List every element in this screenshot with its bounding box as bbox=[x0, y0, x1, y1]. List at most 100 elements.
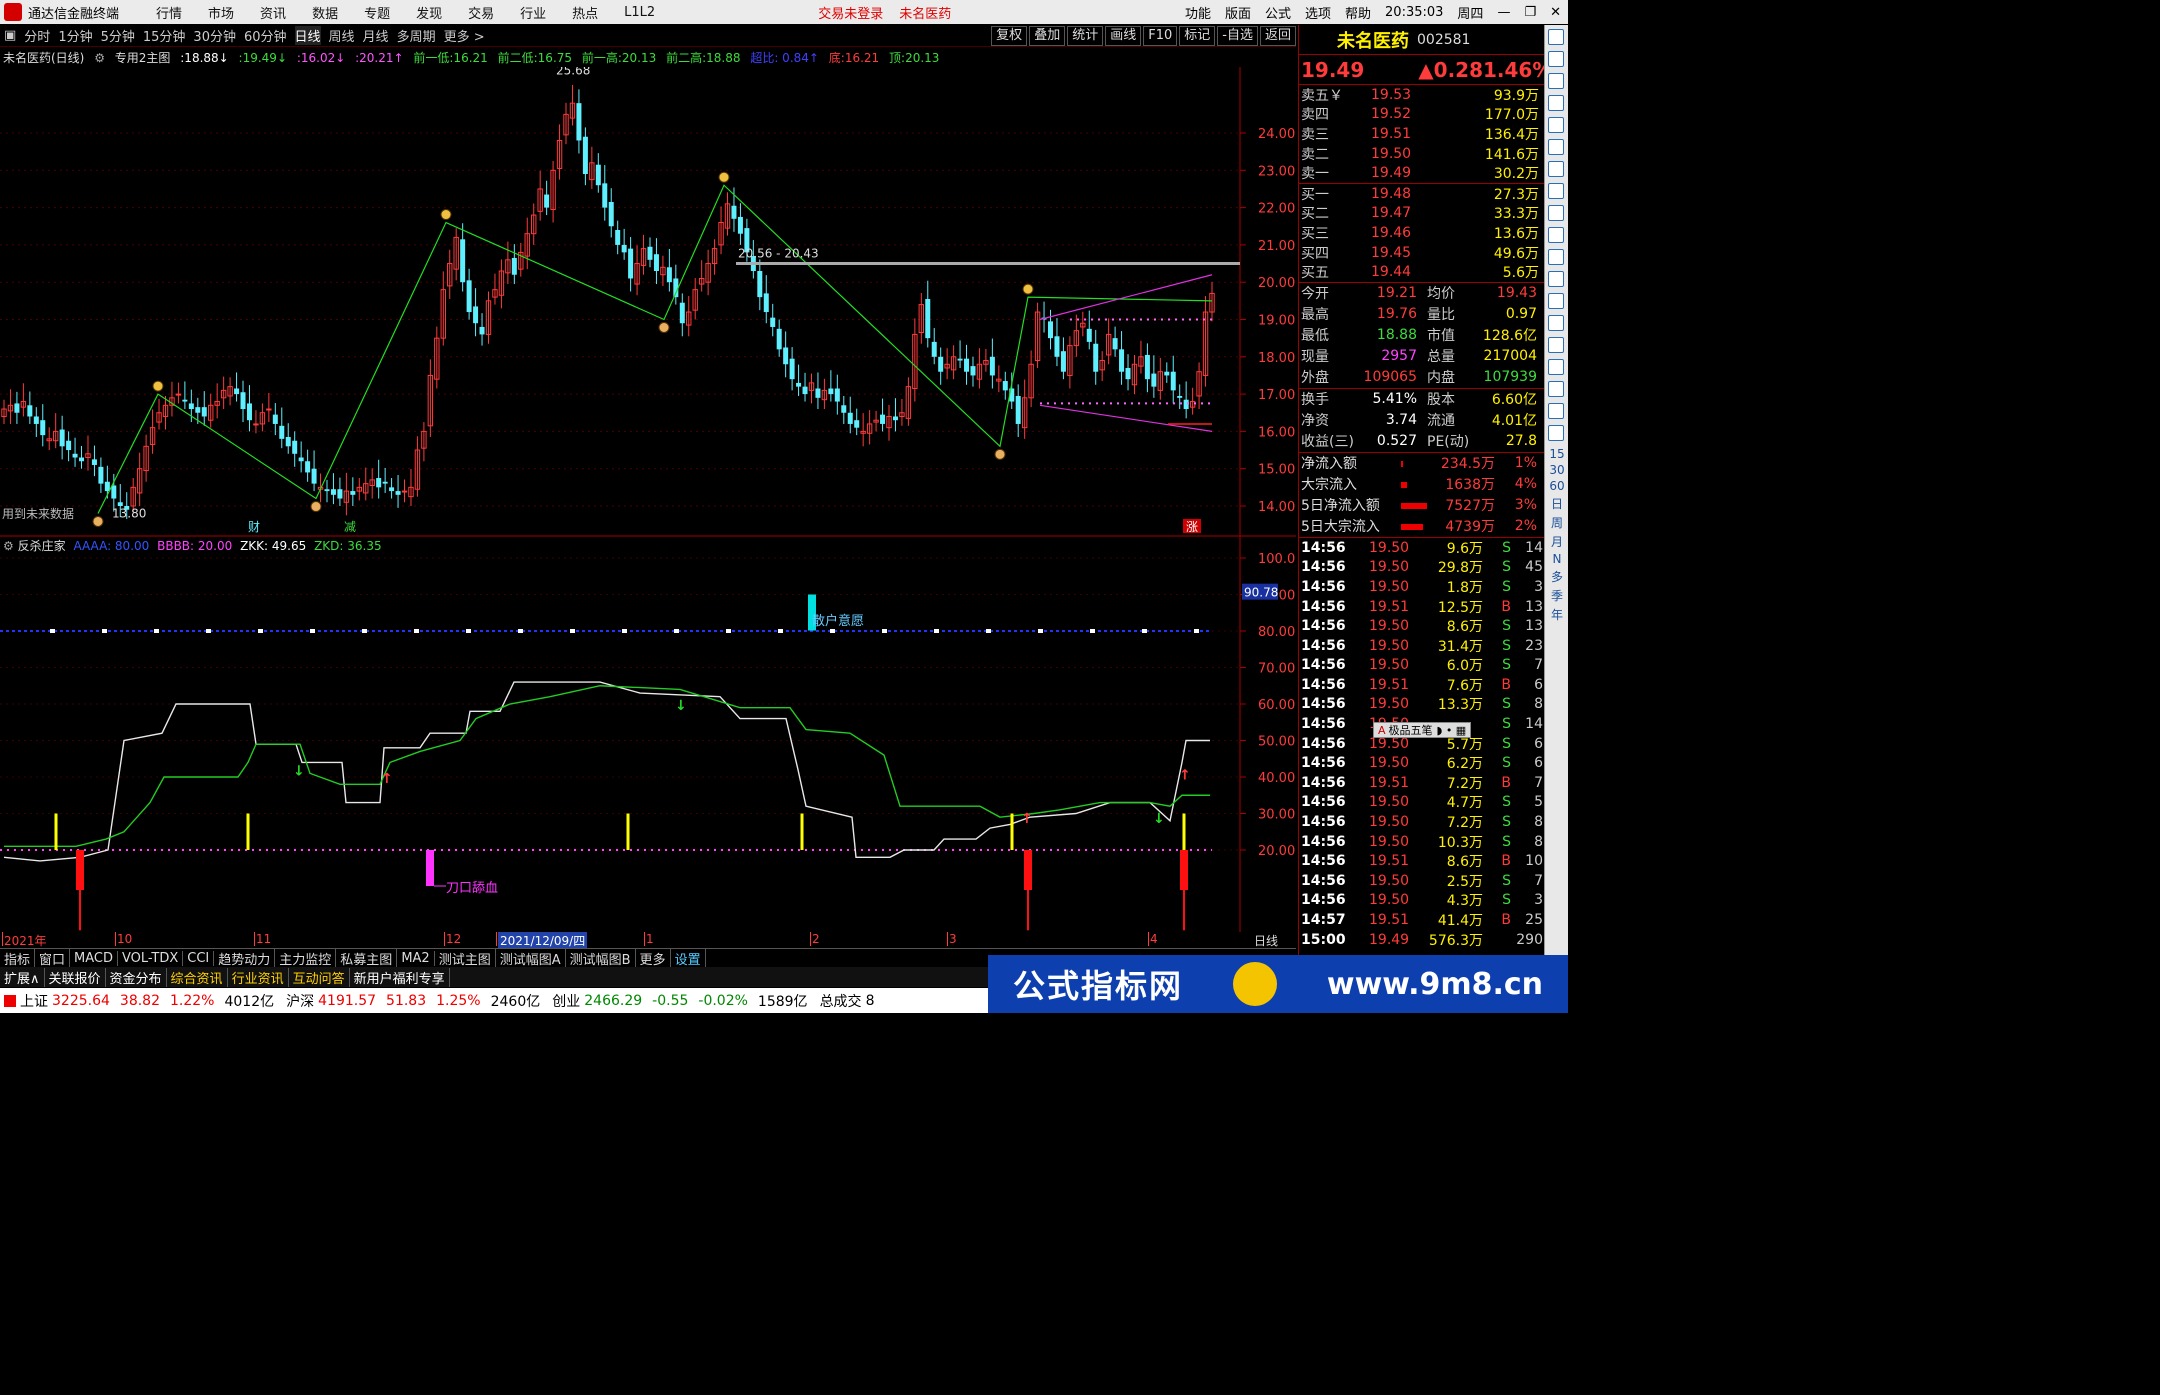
minimize-icon[interactable]: — bbox=[1497, 5, 1510, 20]
period-15min[interactable]: 15分钟 bbox=[143, 26, 186, 45]
period-shortcut-15[interactable]: 15 bbox=[1547, 447, 1567, 461]
sub-indicator-name[interactable]: 反杀庄家 bbox=[18, 539, 66, 553]
tab-8[interactable]: MA2 bbox=[397, 950, 435, 966]
info-tab-0[interactable]: 扩展∧ bbox=[0, 967, 45, 987]
rank-icon[interactable] bbox=[1548, 271, 1564, 287]
tab-2[interactable]: MACD bbox=[70, 950, 118, 966]
menu-zhuanti[interactable]: 专题 bbox=[364, 3, 390, 22]
kline-chart[interactable]: 24.00 23.00 22.00 21.00 20.00 19.00 18.00 17.00… bbox=[0, 67, 1296, 932]
period-shortcut-周[interactable]: 周 bbox=[1547, 514, 1567, 531]
tab-4[interactable]: CCI bbox=[183, 950, 215, 966]
tab-5[interactable]: 趋势动力 bbox=[214, 948, 276, 968]
period-monthly[interactable]: 月线 bbox=[363, 26, 389, 45]
menu-shuju[interactable]: 数据 bbox=[312, 3, 338, 22]
tool-diejia[interactable]: 叠加 bbox=[1029, 25, 1066, 46]
ime-toolbar[interactable]: A 极品五笔 ◗ • ▦ bbox=[1373, 722, 1472, 738]
period-fenshi[interactable]: 分时 bbox=[24, 26, 50, 45]
tab-13[interactable]: 设置 bbox=[671, 948, 706, 968]
zoom-icon[interactable] bbox=[1548, 337, 1564, 353]
tool-zixuan[interactable]: -自选 bbox=[1217, 25, 1258, 46]
menu-faxian[interactable]: 发现 bbox=[416, 3, 442, 22]
info-tab-3[interactable]: 综合资讯 bbox=[167, 967, 228, 987]
period-shortcut-日[interactable]: 日 bbox=[1547, 495, 1567, 512]
tab-0[interactable]: 指标 bbox=[0, 948, 36, 968]
period-daily[interactable]: 日线 bbox=[294, 26, 321, 45]
info-tab-1[interactable]: 关联报价 bbox=[45, 967, 106, 987]
period-shortcut-N[interactable]: N bbox=[1547, 552, 1567, 566]
menu-zixun[interactable]: 资讯 bbox=[260, 3, 286, 22]
grid-icon[interactable] bbox=[1548, 95, 1564, 111]
indicator-name[interactable]: 专用2主图 bbox=[115, 51, 171, 65]
close-icon[interactable]: ✕ bbox=[1550, 5, 1561, 20]
tool-fanhui[interactable]: 返回 bbox=[1259, 25, 1296, 46]
indicator-settings-icon[interactable]: ⚙ bbox=[94, 51, 105, 65]
tab-3[interactable]: VOL-TDX bbox=[118, 950, 184, 966]
restore-icon[interactable]: ❐ bbox=[1524, 5, 1536, 20]
sh-label[interactable]: 上证 bbox=[20, 991, 48, 1011]
menu-hangye[interactable]: 行业 bbox=[520, 3, 546, 22]
tab-7[interactable]: 私募主图 bbox=[336, 948, 398, 968]
menu-banmian[interactable]: 版面 bbox=[1225, 3, 1251, 22]
pen-icon[interactable] bbox=[1548, 403, 1564, 419]
period-shortcut-年[interactable]: 年 bbox=[1547, 606, 1567, 623]
period-multi[interactable]: 多周期 bbox=[397, 26, 436, 45]
period-5min[interactable]: 5分钟 bbox=[101, 26, 135, 45]
tool-fuquan[interactable]: 复权 bbox=[991, 25, 1028, 46]
bar-icon[interactable] bbox=[1548, 161, 1564, 177]
period-shortcut-多[interactable]: 多 bbox=[1547, 568, 1567, 585]
info-tab-4[interactable]: 行业资讯 bbox=[228, 967, 289, 987]
cy-label[interactable]: 创业 bbox=[552, 991, 580, 1011]
period-shortcut-月[interactable]: 月 bbox=[1547, 533, 1567, 550]
fold-icon[interactable] bbox=[1548, 293, 1564, 309]
tick-list[interactable]: 14:56 19.50 9.6万 S 14 14:56 19.50 29.8万 S 45 14:56… bbox=[1299, 538, 1544, 949]
toggle-panel-icon[interactable]: ▣ bbox=[4, 28, 16, 43]
period-60min[interactable]: 60分钟 bbox=[244, 26, 287, 45]
tab-10[interactable]: 测试幅图A bbox=[496, 948, 566, 968]
period-more[interactable]: 更多 > bbox=[444, 26, 485, 45]
menu-xuanxiang[interactable]: 选项 bbox=[1305, 3, 1331, 22]
event-tag[interactable]: 涨 bbox=[1186, 519, 1198, 534]
menu-redian[interactable]: 热点 bbox=[572, 3, 598, 22]
event-tag[interactable]: 减 bbox=[344, 520, 356, 534]
rsi-icon[interactable] bbox=[1548, 359, 1564, 375]
trend-icon[interactable] bbox=[1548, 139, 1564, 155]
fund-icon[interactable] bbox=[1548, 205, 1564, 221]
event-tag[interactable]: 财 bbox=[248, 520, 260, 534]
list-icon[interactable] bbox=[1548, 73, 1564, 89]
menu-gongshi[interactable]: 公式 bbox=[1265, 3, 1291, 22]
tool-tongji[interactable]: 统计 bbox=[1067, 25, 1104, 46]
period-weekly[interactable]: 周线 bbox=[329, 26, 355, 45]
period-1min[interactable]: 1分钟 bbox=[58, 26, 92, 45]
tab-9[interactable]: 测试主图 bbox=[435, 948, 496, 968]
sub-settings-icon[interactable]: ⚙ bbox=[3, 539, 14, 553]
tool-huaxian[interactable]: 画线 bbox=[1105, 25, 1142, 46]
menu-shichang[interactable]: 市场 bbox=[208, 3, 234, 22]
news-icon[interactable] bbox=[1548, 227, 1564, 243]
down-arrow-icon[interactable] bbox=[1548, 51, 1564, 67]
tab-6[interactable]: 主力监控 bbox=[275, 948, 337, 968]
menu-gongneng[interactable]: 功能 bbox=[1185, 3, 1211, 22]
search-icon[interactable] bbox=[1548, 315, 1564, 331]
tool-f10[interactable]: F10 bbox=[1143, 25, 1178, 46]
info-tab-2[interactable]: 资金分布 bbox=[106, 967, 167, 987]
f10-icon[interactable] bbox=[1548, 249, 1564, 265]
chart-icon[interactable] bbox=[1548, 117, 1564, 133]
menu-l1l2[interactable]: L1L2 bbox=[624, 5, 655, 20]
login-status[interactable]: 交易未登录 bbox=[818, 3, 883, 22]
tab-12[interactable]: 更多 bbox=[636, 948, 671, 968]
info-tab-6[interactable]: 新用户福利专享 bbox=[350, 967, 450, 987]
period-shortcut-季[interactable]: 季 bbox=[1547, 587, 1567, 604]
period-30min[interactable]: 30分钟 bbox=[193, 26, 236, 45]
tab-1[interactable]: 窗口 bbox=[35, 948, 71, 968]
info-tab-5[interactable]: 互动问答 bbox=[289, 967, 350, 987]
tab-11[interactable]: 测试幅图B bbox=[566, 948, 636, 968]
menu-bangzhu[interactable]: 帮助 bbox=[1345, 3, 1371, 22]
menu-jiaoyi[interactable]: 交易 bbox=[468, 3, 494, 22]
table-icon[interactable] bbox=[1548, 183, 1564, 199]
period-shortcut-60[interactable]: 60 bbox=[1547, 479, 1567, 493]
up-arrow-icon[interactable] bbox=[1548, 29, 1564, 45]
hs-label[interactable]: 沪深 bbox=[286, 991, 314, 1011]
menu-hangqing[interactable]: 行情 bbox=[156, 3, 182, 22]
formula-icon[interactable] bbox=[1548, 425, 1564, 441]
move-icon[interactable] bbox=[1548, 381, 1564, 397]
